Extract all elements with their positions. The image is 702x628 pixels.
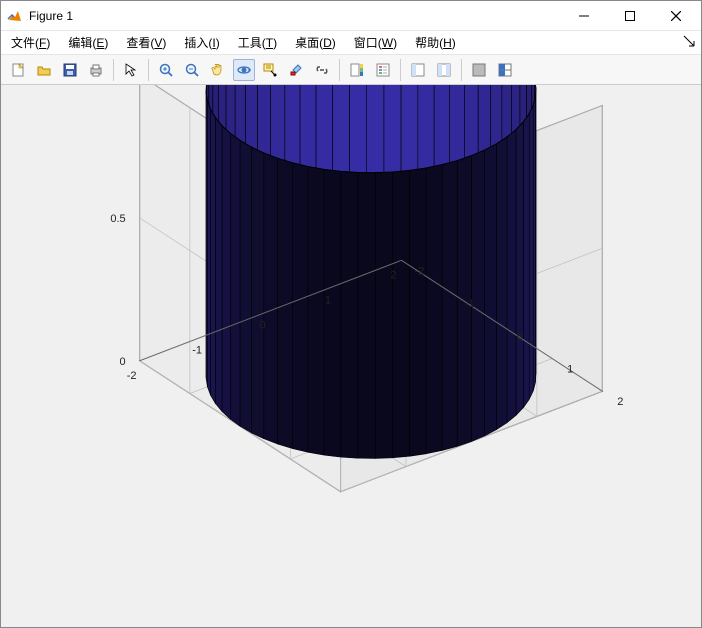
figure-window: Figure 1 文件(F) 编辑(E) 查看(V) 插入(I) 工具(T) 桌… [0,0,702,628]
window-title: Figure 1 [29,9,73,23]
toolbar-separator [113,59,114,81]
toolbar-separator [339,59,340,81]
menu-view[interactable]: 查看(V) [124,32,168,53]
menu-file[interactable]: 文件(F) [9,32,52,53]
svg-text:2: 2 [617,396,623,408]
insert-colorbar-button[interactable] [346,59,368,81]
svg-text:1: 1 [567,364,573,376]
menu-help[interactable]: 帮助(H) [413,32,458,53]
open-button[interactable] [33,59,55,81]
link-data-button[interactable] [311,59,333,81]
show-plot-tools-button[interactable] [433,59,455,81]
new-figure-button[interactable] [7,59,29,81]
menu-edit[interactable]: 编辑(E) [66,32,110,53]
matlab-icon [7,8,23,24]
maximize-button[interactable] [607,1,653,31]
edit-plot-button[interactable] [120,59,142,81]
titlebar: Figure 1 [1,1,701,31]
svg-text:-1: -1 [192,345,202,357]
save-button[interactable] [59,59,81,81]
insert-legend-button[interactable] [372,59,394,81]
svg-text:2: 2 [390,269,396,281]
subplot-grid-button[interactable] [494,59,516,81]
hide-plot-tools-button[interactable] [407,59,429,81]
toolbar-separator [148,59,149,81]
toolbar [1,55,701,85]
svg-text:-2: -2 [127,370,137,382]
svg-text:0: 0 [120,356,126,368]
data-cursor-button[interactable] [259,59,281,81]
zoom-in-button[interactable] [155,59,177,81]
pan-button[interactable] [207,59,229,81]
axes-3d[interactable]: -2-1012-2-101200.51 [1,85,701,627]
toolbar-separator [400,59,401,81]
svg-text:0: 0 [259,320,265,332]
close-button[interactable] [653,1,699,31]
menu-window[interactable]: 窗口(W) [352,32,399,53]
toolbar-separator [461,59,462,81]
zoom-out-button[interactable] [181,59,203,81]
subplot-single-button[interactable] [468,59,490,81]
menu-insert[interactable]: 插入(I) [182,32,221,53]
print-button[interactable] [85,59,107,81]
menu-tools[interactable]: 工具(T) [236,32,279,53]
rotate3d-button[interactable] [233,59,255,81]
brush-button[interactable] [285,59,307,81]
svg-text:-2: -2 [415,265,425,277]
svg-text:0.5: 0.5 [110,213,125,225]
menubar: 文件(F) 编辑(E) 查看(V) 插入(I) 工具(T) 桌面(D) 窗口(W… [1,31,701,55]
svg-text:-1: -1 [465,298,475,310]
minimize-button[interactable] [561,1,607,31]
svg-text:0: 0 [517,331,523,343]
dock-arrow-icon[interactable] [683,35,695,50]
menu-desktop[interactable]: 桌面(D) [293,32,338,53]
axes-area[interactable]: -2-1012-2-101200.51 [1,85,701,627]
svg-text:1: 1 [325,294,331,306]
